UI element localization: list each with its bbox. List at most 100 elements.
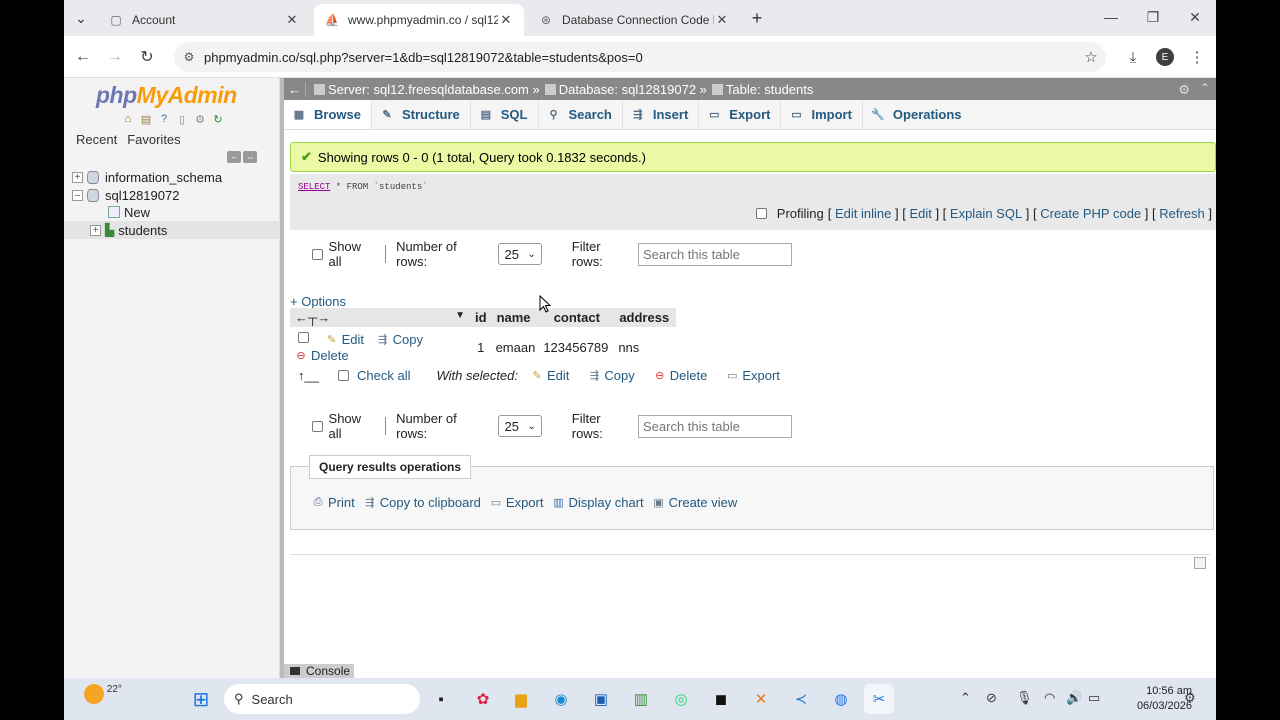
chrome-icon[interactable]: ◍ [826,684,856,714]
site-info-icon[interactable]: ⚙ [174,50,204,64]
maximize-icon[interactable]: ⌃ [1200,81,1210,95]
restore-icon[interactable]: ❐ [1132,0,1174,34]
options-link[interactable]: + Options [290,294,346,309]
close-tab-icon[interactable]: ✕ [284,12,300,28]
tab-account[interactable]: ▢ Account ✕ [98,4,310,36]
taskbar-search[interactable]: ⚲ Search [224,684,420,714]
export-button[interactable]: ▭ Export [489,495,544,510]
profile-button[interactable]: E [1152,44,1178,70]
help-icon[interactable]: ? [156,112,172,126]
tab-chatgpt[interactable]: ⊛ Database Connection Code Hel ✕ [528,4,740,36]
sql-icon[interactable]: ▤ [138,112,154,126]
filter-rows-input[interactable] [638,414,792,438]
forward-icon[interactable]: → [102,44,128,70]
cell-address[interactable]: nns [614,327,676,367]
edge-icon[interactable]: ◉ [546,684,576,714]
reload-nav-icon[interactable]: ↻ [210,112,226,126]
reload-icon[interactable]: ↻ [134,44,160,70]
tab-import[interactable]: ▭ Import [781,100,863,129]
tree-item-students[interactable]: + ▙ students [64,221,280,239]
tree-item-information-schema[interactable]: + information_schema [64,168,280,186]
close-tab-icon[interactable]: ✕ [714,12,730,28]
tab-search-chevron-icon[interactable]: ⌄ [68,6,94,30]
show-all-checkbox[interactable] [312,248,323,260]
num-rows-select[interactable]: 25 ⌄ [498,243,542,265]
whatsapp-icon[interactable]: ◎ [666,684,696,714]
expand-icon[interactable]: + [90,224,101,236]
docs-icon[interactable]: ▯ [174,112,190,126]
back-icon[interactable]: ← [70,44,96,70]
show-all-checkbox[interactable] [312,420,323,432]
copy-row-button[interactable]: ⇶ Copy [376,332,423,347]
create-php-code-link[interactable]: Create PHP code [1040,206,1141,221]
edit-selected-button[interactable]: ✎ Edit [530,368,569,383]
breadcrumb-database[interactable]: Database: sql12819072 » [559,82,707,97]
cell-name[interactable]: emaan [492,327,540,367]
menu-dots-icon[interactable]: ⋮ [1184,44,1210,70]
notifications-icon[interactable]: ⚙ [1184,690,1196,706]
check-all-checkbox[interactable] [338,369,349,381]
store-icon[interactable]: ▣ [586,684,616,714]
new-tab-button[interactable]: + [744,6,770,30]
close-tab-icon[interactable]: ✕ [498,12,514,28]
create-view-button[interactable]: ▣ Create view [652,495,737,510]
tree-item-sql12819072[interactable]: – sql12819072 [64,186,280,204]
resize-arrows-icon[interactable]: ←┬→ [295,310,330,325]
task-view-icon[interactable]: ▪ [426,684,456,714]
back-arrow-icon[interactable]: ← [284,81,306,97]
column-menu-icon[interactable]: ▼ [455,310,465,321]
favorites-tab[interactable]: Favorites [127,132,180,147]
copy-selected-button[interactable]: ⇶ Copy [587,368,635,383]
num-rows-select[interactable]: 25 ⌄ [498,415,542,437]
home-icon[interactable]: ⌂ [120,112,136,126]
tab-phpmyadmin[interactable]: ⛵ www.phpmyadmin.co / sql12.fr ✕ [314,4,524,36]
explain-sql-link[interactable]: Explain SQL [950,206,1022,221]
profiling-checkbox[interactable] [755,208,767,219]
cell-contact[interactable]: 123456789 [539,327,614,367]
page-settings-icon[interactable] [1194,557,1206,569]
copilot-icon[interactable]: ✿ [468,684,498,714]
show-hidden-icons[interactable]: ⌃ [960,690,971,706]
network-off-icon[interactable]: ⊘ [986,690,997,706]
tree-item-new[interactable]: New [64,203,280,221]
edit-link[interactable]: Edit [909,206,931,221]
battery-icon[interactable]: ▭ [1088,690,1100,706]
edit-row-button[interactable]: ✎ Edit [325,332,364,347]
delete-selected-button[interactable]: ⊖ Delete [653,368,707,383]
volume-icon[interactable]: 🔊 [1066,690,1082,706]
url-text[interactable]: phpmyadmin.co/sql.php?server=1&db=sql128… [204,50,1076,65]
console-tab[interactable]: Console [284,664,354,678]
refresh-link[interactable]: Refresh [1159,206,1205,221]
breadcrumb-server[interactable]: Server: sql12.freesqldatabase.com » [328,82,540,97]
column-id[interactable]: id [470,308,492,327]
address-bar[interactable]: ⚙ phpmyadmin.co/sql.php?server=1&db=sql1… [174,42,1106,72]
settings-gear-icon[interactable]: ⚙ [1178,82,1190,98]
check-all-label[interactable]: Check all [357,368,410,383]
print-button[interactable]: ⎙ Print [311,495,355,510]
column-name[interactable]: name [491,308,540,327]
delete-row-button[interactable]: ⊖ Delete [294,348,348,363]
breadcrumb-table[interactable]: Table: students [726,82,813,97]
tab-operations[interactable]: 🔧 Operations [863,100,972,129]
export-selected-button[interactable]: ▭ Export [725,368,780,383]
vscode-icon[interactable]: ≺ [786,684,816,714]
row-checkbox[interactable] [298,332,309,343]
link-with-main-icon[interactable]: ⇔ [243,151,257,163]
tab-sql[interactable]: ▤ SQL [471,100,539,129]
copy-to-clipboard-button[interactable]: ⇶ Copy to clipboard [363,495,481,510]
download-icon[interactable]: ⤓ [1120,44,1146,70]
tab-insert[interactable]: ⇶ Insert [623,100,700,129]
column-address[interactable]: address [614,308,677,327]
show-all-label[interactable]: Show all [329,411,376,441]
bookmark-star-icon[interactable]: ☆ [1076,48,1106,66]
microphone-icon[interactable]: 🎙 [1016,690,1033,706]
sql-keyword[interactable]: SELECT [298,182,330,192]
xampp-icon[interactable]: ✕ [746,684,776,714]
edit-inline-link[interactable]: Edit inline [835,206,891,221]
expand-icon[interactable]: + [72,171,83,183]
show-all-label[interactable]: Show all [329,239,376,269]
weather-widget[interactable]: 22° [84,684,122,704]
collapse-icon[interactable]: – [72,189,83,201]
tab-browse[interactable]: ▦ Browse [284,100,372,129]
file-explorer-icon[interactable]: ▆ [506,684,536,714]
